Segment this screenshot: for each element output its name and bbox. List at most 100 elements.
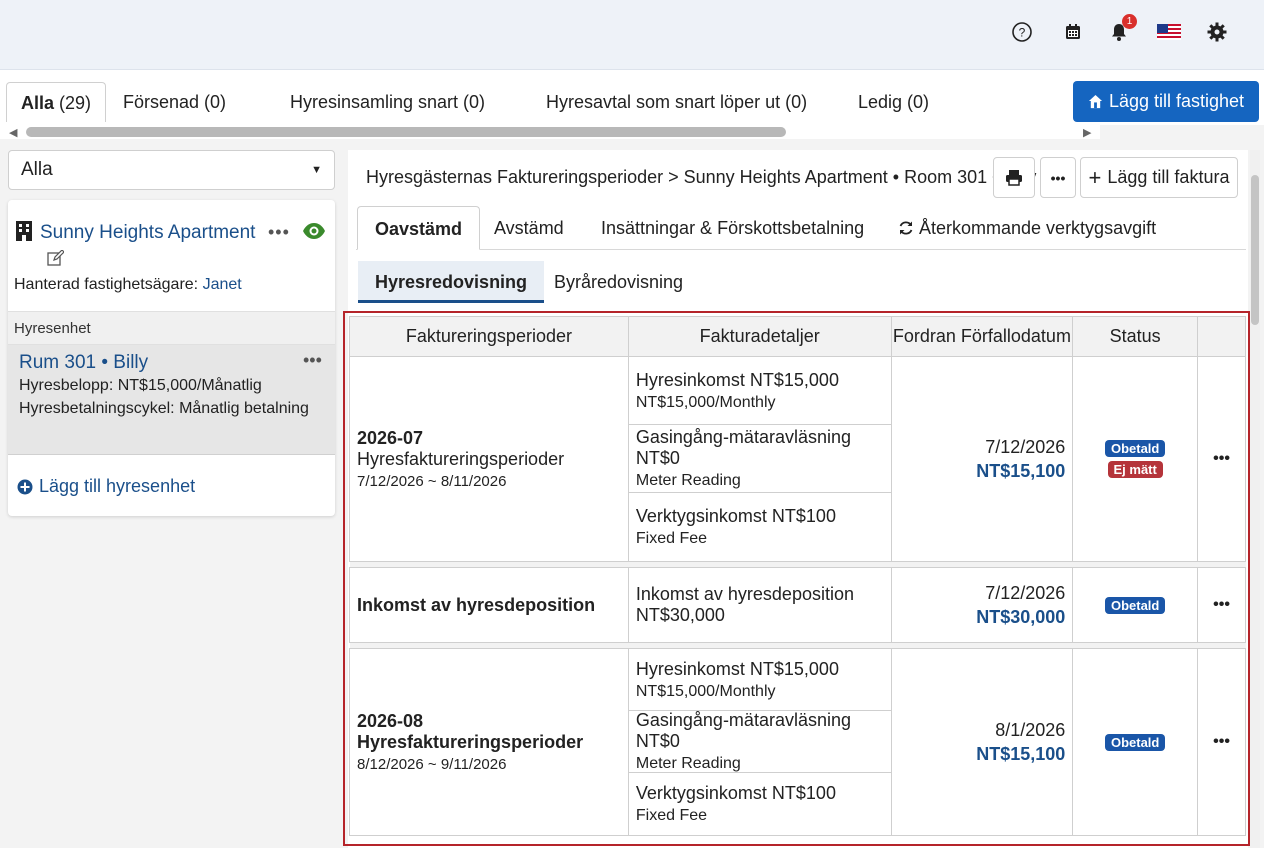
building-icon — [15, 220, 33, 247]
plus-circle-icon — [17, 479, 33, 494]
property-more-icon[interactable]: ••• — [268, 222, 290, 243]
print-button[interactable] — [993, 157, 1035, 198]
due-amount: NT$15,100 — [976, 460, 1066, 481]
add-unit-label: Lägg till hyresenhet — [39, 476, 196, 496]
row-more-button[interactable]: ••• — [1197, 648, 1246, 836]
tab-vacant[interactable]: Ledig (0) — [858, 82, 929, 122]
panel-scrollbar-thumb[interactable] — [1251, 175, 1259, 325]
property-name[interactable]: Sunny Heights Apartment — [40, 222, 255, 244]
column-header: Fordran Förfallodatum — [890, 316, 1074, 357]
item-title: Verktygsinkomst NT$100 — [635, 783, 836, 803]
add-property-button[interactable]: Lägg till fastighet — [1073, 81, 1259, 122]
gear-icon[interactable] — [1205, 20, 1229, 44]
invoice-item: Gasingång-mätaravläsning NT$0 Meter Readi… — [628, 425, 891, 493]
period-title: 2026-07 Hyresfaktureringsperioder — [357, 428, 565, 469]
rental-unit-rent: Hyresbelopp: NT$15,000/Månatlig — [19, 377, 262, 394]
status-badge-unpaid: Obetald — [1104, 596, 1166, 614]
tab-overdue[interactable]: Försenad (0) — [123, 82, 226, 122]
status-badge-unpaid: Obetald — [1104, 440, 1166, 457]
invoice-item: Hyresinkomst NT$15,000 NT$15,000/Monthly — [628, 649, 891, 711]
column-header: Faktureringsperioder — [349, 316, 629, 357]
billing-period-cell: 2026-07 Hyresfaktureringsperioder 7/12/2… — [349, 356, 629, 562]
period-range: 8/12/2026 ~ 9/11/2026 — [357, 756, 507, 773]
property-filter-select[interactable]: Alla ▼ — [8, 150, 335, 190]
us-flag-icon[interactable] — [1156, 20, 1182, 44]
add-rental-unit-button[interactable]: Lägg till hyresenhet — [17, 476, 195, 497]
invoice-item: Verktygsinkomst NT$100 Fixed Fee — [629, 493, 891, 561]
status-cell: Obetald Ej mätt — [1072, 356, 1199, 562]
period-title: Inkomst av hyresdeposition — [357, 594, 596, 615]
tab-lease-expiring-soon[interactable]: Hyresavtal som snart löper ut (0) — [546, 82, 807, 122]
more-options-button[interactable]: ••• — [1040, 157, 1076, 198]
edit-icon[interactable] — [47, 249, 65, 272]
tab-unreconciled[interactable]: Oavstämd — [357, 206, 481, 250]
item-title: Gasingång-mätaravläsning NT$0 — [635, 710, 851, 751]
billing-period-cell: Inkomst av hyresdeposition — [349, 567, 629, 643]
property-manager: Hanterad fastighetsägare: Janet — [14, 276, 242, 294]
rental-unit-name[interactable]: Rum 301 • Billy — [19, 352, 148, 374]
item-subtitle: Meter Reading — [635, 472, 741, 489]
caret-down-icon: ▼ — [311, 164, 322, 176]
item-title: Hyresinkomst NT$15,000 — [635, 658, 839, 679]
scroll-left-icon[interactable]: ◀ — [9, 126, 17, 139]
status-cell: Obetald — [1072, 567, 1199, 643]
rental-unit-more-icon[interactable]: ••• — [303, 350, 322, 371]
scroll-right-icon[interactable]: ▶ — [1083, 126, 1091, 139]
tab-rent-accounting[interactable]: Hyresredovisning — [358, 261, 545, 303]
tab-recurring-utility-fee[interactable]: Återkommande verktygsavgift — [898, 206, 1156, 250]
table-row: Inkomst av hyresdeposition Inkomst av hy… — [349, 567, 1246, 643]
bell-icon[interactable]: 1 — [1107, 14, 1137, 44]
manager-label: Hanterad fastighetsägare: — [14, 276, 199, 293]
item-title: Gasingång-mätaravläsning NT$0 — [635, 427, 851, 468]
add-invoice-label: Lägg till faktura — [1107, 167, 1230, 187]
rental-unit-section-label: Hyresenhet — [8, 311, 335, 345]
due-date: 7/12/2026 — [985, 582, 1066, 603]
period-range: 7/12/2026 ~ 8/11/2026 — [357, 473, 507, 490]
manager-name-link[interactable]: Janet — [203, 276, 242, 293]
eye-icon[interactable] — [302, 222, 326, 245]
home-icon — [1088, 94, 1103, 109]
calendar-icon[interactable] — [1061, 20, 1085, 44]
due-date-cell: 7/12/2026 NT$15,100 — [890, 356, 1074, 562]
table-row: 2026-08 Hyresfaktureringsperioder 8/12/2… — [349, 648, 1246, 836]
invoice-details-cell: Inkomst av hyresdeposition NT$30,000 — [627, 567, 892, 643]
tab-agency-accounting[interactable]: Byråredovisning — [554, 261, 683, 303]
table-header-row: Faktureringsperioder Fakturadetaljer For… — [349, 316, 1246, 357]
column-header: Status — [1072, 316, 1199, 357]
add-invoice-button[interactable]: + Lägg till faktura — [1080, 157, 1238, 198]
due-date-cell: 7/12/2026 NT$30,000 — [890, 567, 1074, 643]
item-subtitle: Meter Reading — [635, 755, 741, 772]
invoice-item: Hyresinkomst NT$15,000 NT$15,000/Monthly — [628, 357, 891, 425]
tab-recurring-utility-fee-label: Återkommande verktygsavgift — [919, 218, 1157, 238]
due-date-cell: 8/1/2026 NT$15,100 — [890, 648, 1074, 836]
column-header: Fakturadetaljer — [627, 316, 892, 357]
tabs-scrollbar-thumb[interactable] — [26, 127, 786, 137]
tab-rent-collection-soon[interactable]: Hyresinsamling snart (0) — [290, 82, 485, 122]
invoice-item: Gasingång-mätaravläsning NT$0 Meter Readi… — [628, 710, 891, 773]
status-badge-unpaid: Obetald — [1104, 733, 1166, 751]
item-title: Verktygsinkomst NT$100 — [635, 506, 836, 526]
help-icon[interactable]: ? — [1010, 20, 1034, 44]
svg-text:?: ? — [1019, 26, 1026, 40]
due-amount: NT$30,000 — [976, 606, 1066, 627]
tab-reconciled[interactable]: Avstämd — [494, 206, 564, 250]
invoice-item: Inkomst av hyresdeposition NT$30,000 — [629, 568, 891, 642]
filter-selected-value: Alla — [21, 159, 53, 180]
notification-badge: 1 — [1122, 14, 1137, 29]
due-date: 7/12/2026 — [985, 436, 1066, 457]
item-subtitle: Fixed Fee — [635, 807, 708, 824]
due-date: 8/1/2026 — [995, 719, 1066, 740]
item-subtitle: NT$30,000 — [635, 605, 725, 625]
item-subtitle: NT$15,000/Monthly — [635, 393, 776, 411]
refresh-icon — [899, 221, 913, 235]
row-more-button[interactable]: ••• — [1197, 356, 1246, 562]
period-title: 2026-08 — [357, 711, 424, 731]
tab-deposits-prepayments[interactable]: Insättningar & Förskottsbetalning — [601, 206, 864, 250]
tab-all[interactable]: Alla (29) — [6, 82, 107, 122]
item-title: Inkomst av hyresdeposition — [635, 584, 854, 604]
add-property-label: Lägg till fastighet — [1108, 91, 1245, 111]
status-badge-unmeasured: Ej mätt — [1107, 461, 1163, 478]
status-cell: Obetald — [1072, 648, 1199, 836]
row-more-button[interactable]: ••• — [1197, 567, 1246, 643]
invoice-item: Verktygsinkomst NT$100 Fixed Fee — [629, 773, 891, 835]
